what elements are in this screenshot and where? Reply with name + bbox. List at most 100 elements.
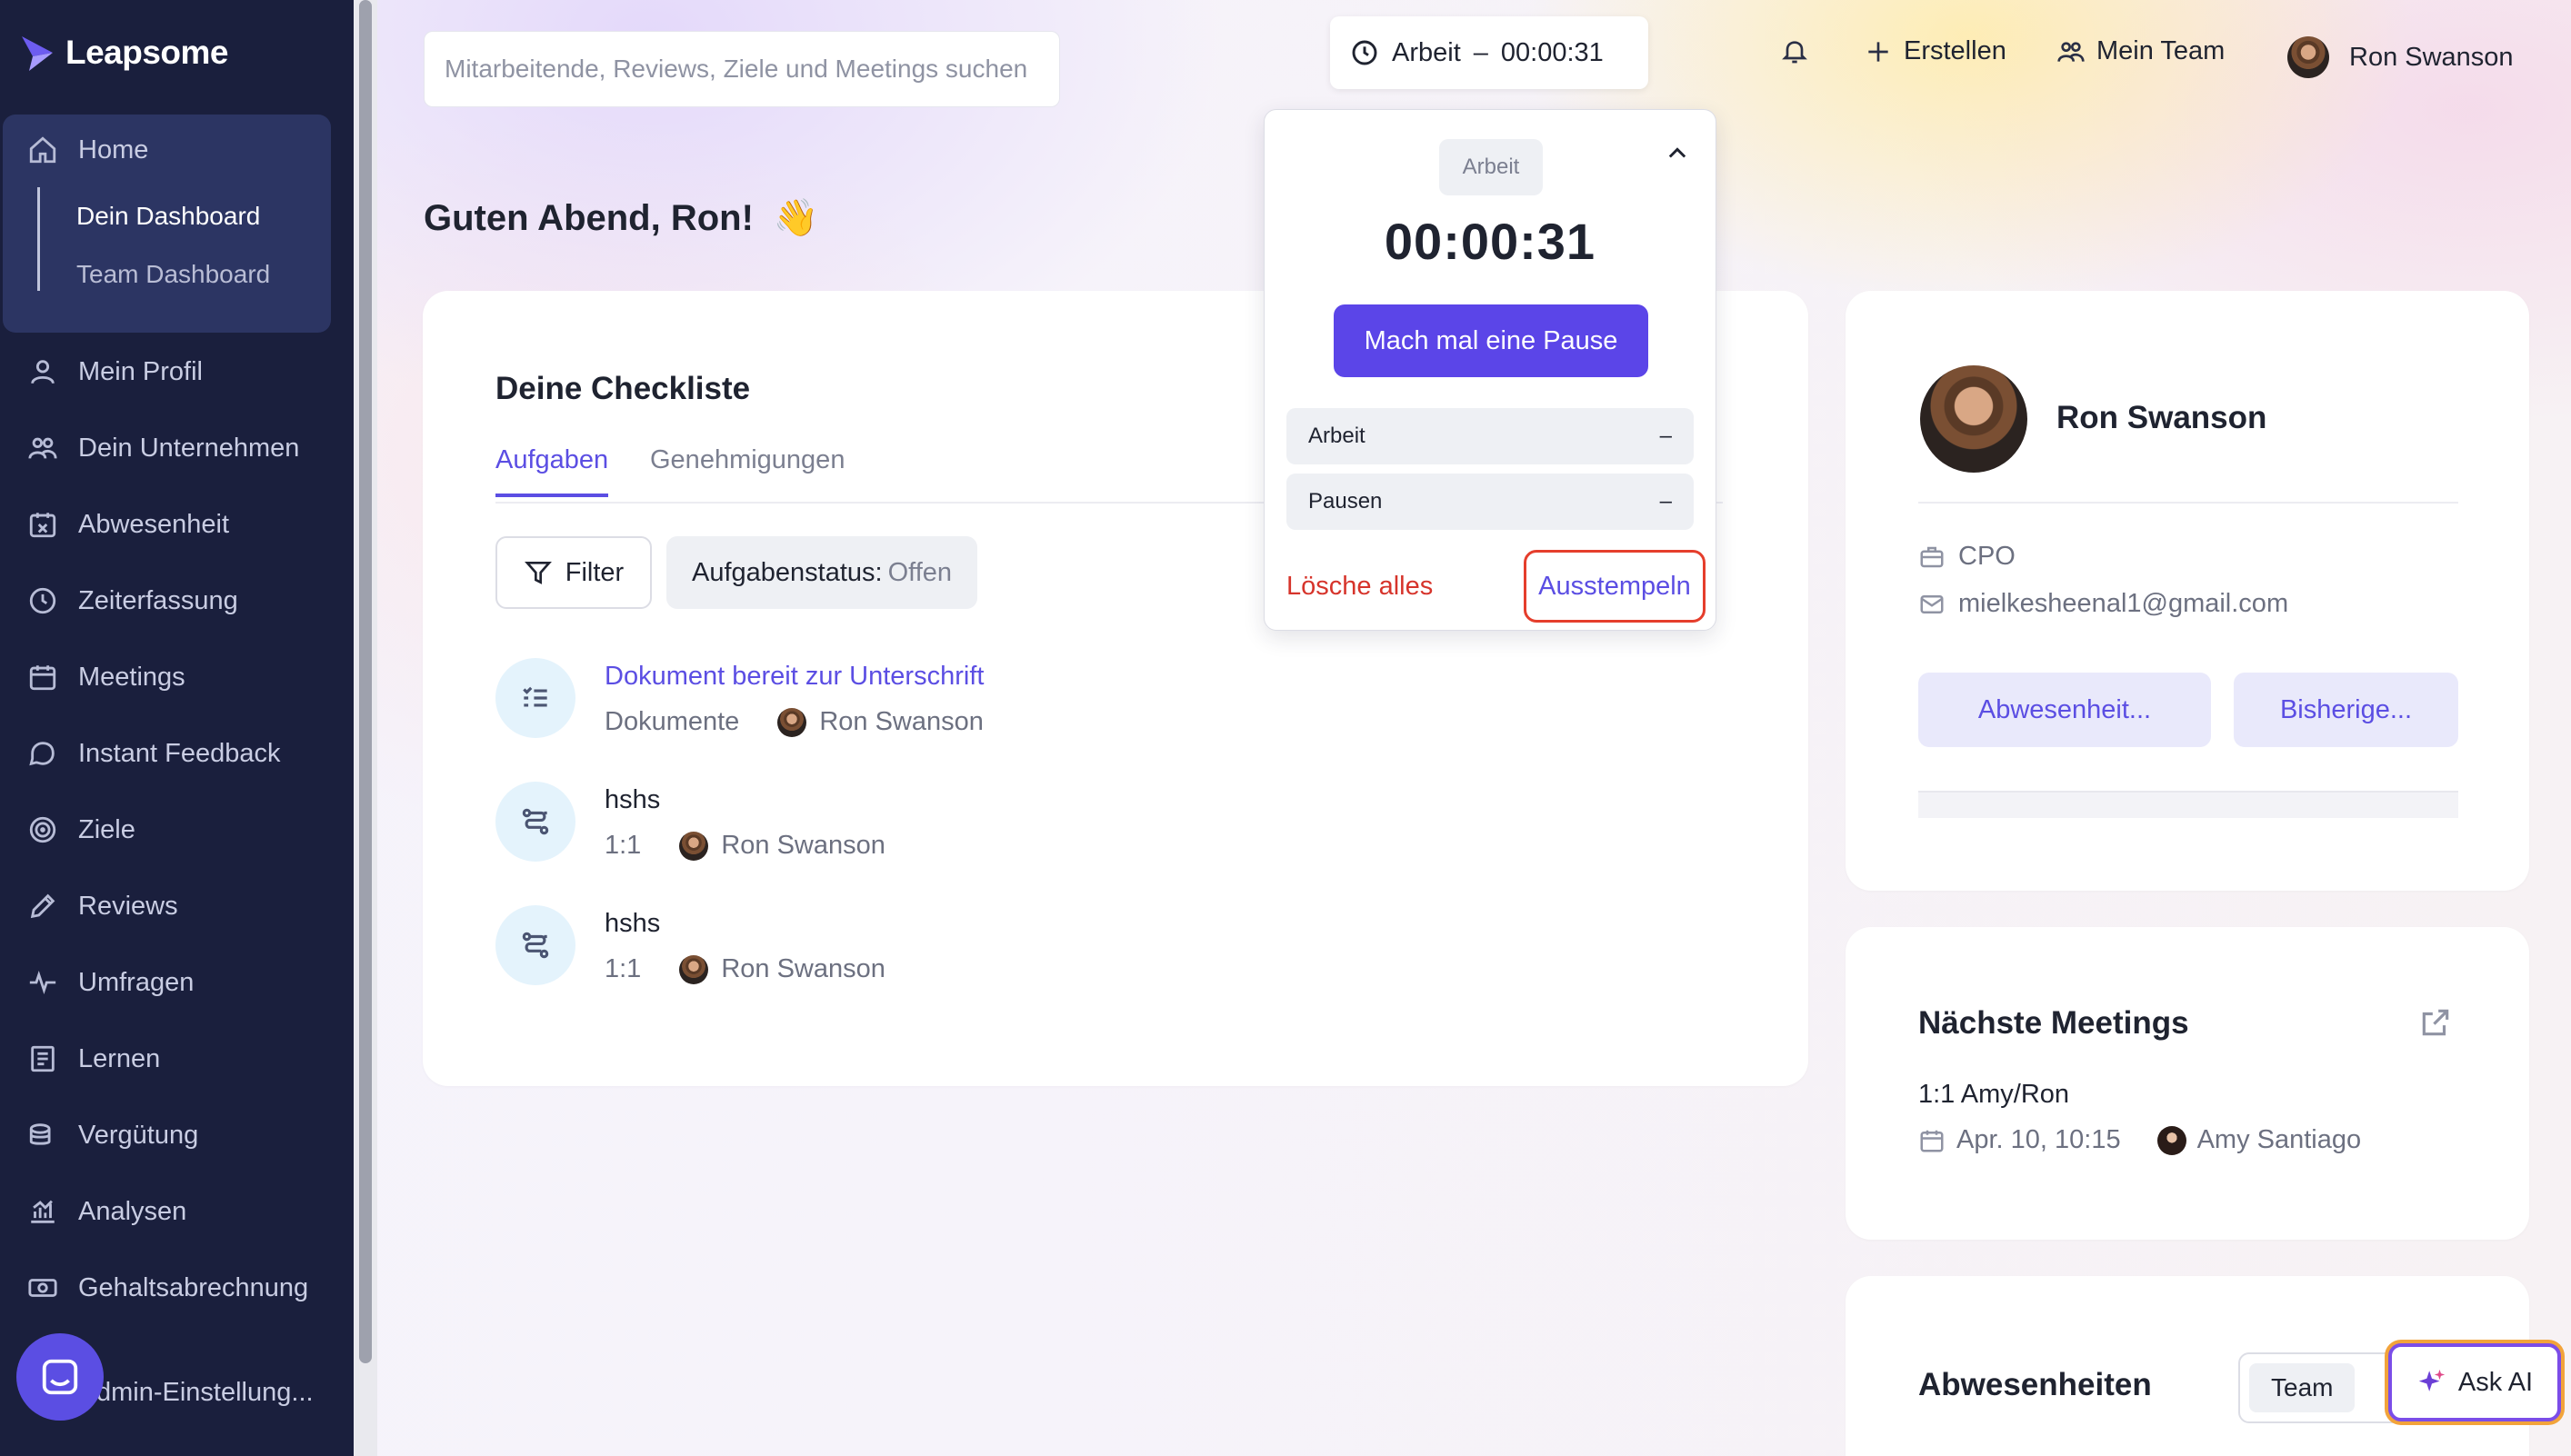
sidebar-item-home[interactable]: Home bbox=[27, 135, 148, 165]
filter-button[interactable]: Filter bbox=[495, 536, 652, 609]
sidebar-item-abwesenheit[interactable]: Abwesenheit bbox=[27, 509, 229, 540]
next-meetings-card: Nächste Meetings 1:1 Amy/Ron Apr. 10, 10… bbox=[1846, 927, 2529, 1240]
messenger-icon bbox=[42, 1359, 78, 1395]
sidebar-item-label: Ziele bbox=[78, 814, 135, 844]
sidebar-item-label: Abwesenheit bbox=[78, 509, 230, 539]
people-icon bbox=[28, 437, 57, 459]
ask-ai-label: Ask AI bbox=[2457, 1367, 2534, 1397]
avatar bbox=[777, 707, 807, 737]
task-status-filter[interactable]: Aufgabenstatus: Offen bbox=[666, 536, 978, 609]
sidebar-item-instant-feedback[interactable]: Instant Feedback bbox=[27, 738, 280, 769]
work-summary-row[interactable]: Arbeit – bbox=[1286, 408, 1694, 464]
sidebar-item-lernen[interactable]: Lernen bbox=[27, 1043, 160, 1074]
wave-emoji: 👋 bbox=[773, 198, 819, 238]
clock-out-button[interactable]: Ausstempeln bbox=[1524, 550, 1706, 623]
task-list-icon bbox=[495, 658, 575, 738]
profile-name[interactable]: Ron Swanson bbox=[2056, 400, 2266, 436]
sidebar-item-admin-settings[interactable]: dmin-Einstellung... bbox=[96, 1378, 314, 1408]
sidebar-item-analysen[interactable]: Analysen bbox=[27, 1196, 186, 1227]
ask-ai-button[interactable]: Ask AI bbox=[2388, 1343, 2561, 1421]
row-value: – bbox=[1659, 424, 1672, 448]
sidebar-item-reviews[interactable]: Reviews bbox=[27, 891, 178, 922]
briefcase-icon bbox=[1920, 546, 1944, 567]
task-title[interactable]: hshs bbox=[605, 909, 660, 939]
sidebar-item-ziele[interactable]: Ziele bbox=[27, 814, 135, 845]
sidebar-subitem-team-dashboard[interactable]: Team Dashboard bbox=[76, 260, 270, 289]
email-text[interactable]: mielkesheenal1@gmail.com bbox=[1958, 589, 2288, 619]
time-tracking-popup: Arbeit 00:00:31 Mach mal eine Pause Arbe… bbox=[1264, 109, 1716, 631]
sidebar-item-label: Mein Profil bbox=[78, 356, 203, 386]
list-item[interactable]: Dokument bereit zur Unterschrift Dokumen… bbox=[495, 658, 1677, 749]
task-category: 1:1 bbox=[605, 831, 642, 860]
chat-icon bbox=[29, 742, 55, 766]
sidebar-item-label: Gehaltsabrechnung bbox=[78, 1272, 309, 1302]
plus-icon bbox=[1868, 41, 1888, 62]
user-icon bbox=[31, 360, 55, 384]
timer-value: 00:00:31 bbox=[1500, 37, 1604, 67]
submenu-indicator bbox=[37, 187, 40, 291]
open-external-button[interactable] bbox=[2418, 1005, 2453, 1040]
task-category: Dokumente bbox=[605, 707, 740, 736]
previous-button[interactable]: Bisherige... bbox=[2234, 673, 2458, 747]
status-filter-label: Aufgabenstatus: bbox=[692, 557, 883, 587]
sidebar-scrollbar-thumb[interactable] bbox=[359, 0, 372, 1363]
greeting-text: Guten Abend, Ron! bbox=[424, 198, 754, 238]
sidebar-item-umfragen[interactable]: Umfragen bbox=[27, 967, 194, 998]
sidebar-item-label: Analysen bbox=[78, 1196, 187, 1226]
avatar bbox=[2287, 36, 2329, 78]
sidebar-item-label: Dein Unternehmen bbox=[78, 433, 300, 463]
segment-team[interactable]: Team bbox=[2249, 1363, 2356, 1412]
sidebar-subitem-dein-dashboard[interactable]: Dein Dashboard bbox=[76, 202, 260, 231]
checklist-title: Deine Checkliste bbox=[495, 371, 751, 406]
calendar-x-icon bbox=[29, 513, 56, 538]
breaks-summary-row[interactable]: Pausen – bbox=[1286, 474, 1694, 530]
avatar bbox=[1920, 365, 2027, 473]
sidebar-item-label: Lernen bbox=[78, 1043, 161, 1073]
task-category: 1:1 bbox=[605, 954, 642, 983]
meeting-person: Amy Santiago bbox=[2196, 1125, 2362, 1154]
collapse-button[interactable] bbox=[1659, 135, 1696, 172]
popup-timer-value: 00:00:31 bbox=[1384, 213, 1596, 270]
book-icon bbox=[31, 1045, 55, 1072]
meeting-meta: Apr. 10, 10:15 Amy Santiago bbox=[1918, 1125, 2361, 1155]
tab-genehmigungen[interactable]: Genehmigungen bbox=[650, 445, 845, 494]
notifications-button[interactable] bbox=[1780, 36, 1809, 65]
sidebar-item-dein-unternehmen[interactable]: Dein Unternehmen bbox=[27, 433, 299, 464]
task-person: Ron Swanson bbox=[721, 954, 885, 983]
tab-aufgaben[interactable]: Aufgaben bbox=[495, 445, 609, 497]
sidebar-item-verguetung[interactable]: Vergütung bbox=[27, 1120, 198, 1151]
create-button[interactable]: Erstellen bbox=[1864, 36, 2006, 66]
clear-all-button[interactable]: Lösche alles bbox=[1286, 572, 1433, 602]
funnel-icon bbox=[524, 562, 552, 584]
time-tracking-pill[interactable]: Arbeit – 00:00:31 bbox=[1330, 16, 1648, 89]
sidebar-item-zeiterfassung[interactable]: Zeiterfassung bbox=[27, 585, 238, 616]
list-item[interactable]: hshs 1:1 Ron Swanson bbox=[495, 782, 1677, 873]
task-title[interactable]: hshs bbox=[605, 785, 660, 815]
meeting-title[interactable]: 1:1 Amy/Ron bbox=[1918, 1080, 2069, 1110]
search-input[interactable] bbox=[425, 32, 1059, 106]
sidebar-item-label: Zeiterfassung bbox=[78, 585, 238, 615]
task-title[interactable]: Dokument bereit zur Unterschrift bbox=[605, 662, 984, 692]
task-meta: Dokumente Ron Swanson bbox=[605, 707, 984, 737]
search-box bbox=[424, 31, 1060, 107]
list-item[interactable]: hshs 1:1 Ron Swanson bbox=[495, 905, 1677, 996]
meetings-title: Nächste Meetings bbox=[1918, 1005, 2189, 1041]
one-on-one-icon bbox=[495, 782, 575, 862]
profile-role: CPO bbox=[1918, 542, 2016, 572]
take-break-button[interactable]: Mach mal eine Pause bbox=[1334, 304, 1648, 377]
task-person: Ron Swanson bbox=[819, 707, 984, 736]
sidebar-item-meetings[interactable]: Meetings bbox=[27, 662, 185, 693]
sidebar-item-mein-profil[interactable]: Mein Profil bbox=[27, 356, 203, 387]
people-icon bbox=[2057, 41, 2085, 62]
absence-button[interactable]: Abwesenheit... bbox=[1918, 673, 2211, 747]
intercom-launcher[interactable] bbox=[16, 1333, 104, 1421]
my-team-button[interactable]: Mein Team bbox=[2056, 36, 2225, 66]
user-menu-button[interactable]: Ron Swanson bbox=[2287, 36, 2514, 78]
leapsome-logo[interactable]: Leapsome bbox=[20, 33, 229, 73]
row-label: Pausen bbox=[1308, 489, 1383, 514]
calendar-icon bbox=[29, 665, 56, 691]
pulse-icon bbox=[29, 971, 56, 994]
sidebar-item-gehaltsabrechnung[interactable]: Gehaltsabrechnung bbox=[27, 1272, 308, 1303]
filter-label: Filter bbox=[565, 557, 625, 587]
sidebar-item-label: Umfragen bbox=[78, 967, 195, 997]
